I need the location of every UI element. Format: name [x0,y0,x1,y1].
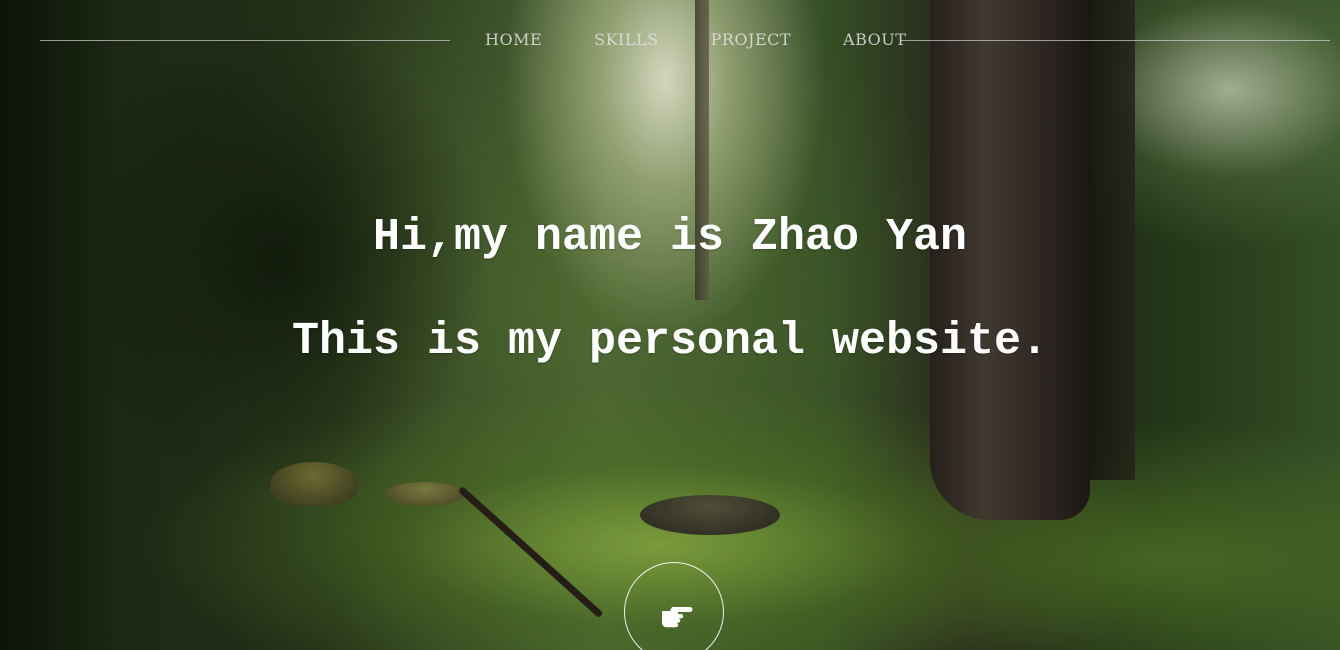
nav-item-home[interactable]: HOME [485,30,542,49]
top-nav: HOME SKILLS PROJECT ABOUT [0,28,1340,56]
nav-divider-left [40,40,450,41]
hero-tagline: This is my personal website. [291,316,1049,367]
hero-greeting: Hi,my name is Zhao Yan [372,212,968,263]
nav-menu: HOME SKILLS PROJECT ABOUT [458,30,958,49]
nav-divider-right [900,40,1330,41]
nav-item-about[interactable]: ABOUT [843,30,906,49]
hero-section: HOME SKILLS PROJECT ABOUT Hi,my name is … [0,0,1340,650]
pointing-hand-icon [662,607,693,628]
nav-item-skills[interactable]: SKILLS [594,30,658,49]
nav-item-project[interactable]: PROJECT [711,30,791,49]
